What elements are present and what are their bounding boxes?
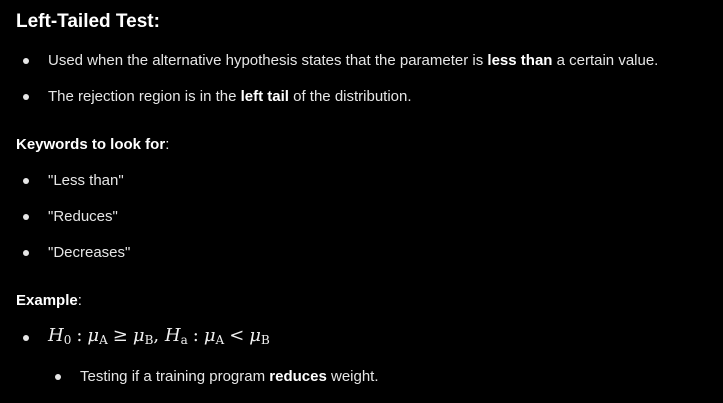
bullet-icon: [23, 335, 29, 341]
keyword-text: "Less than": [48, 172, 124, 189]
bullet-icon: [23, 250, 29, 256]
keywords-heading: Keywords to look for:: [16, 136, 170, 153]
list-item-text: Used when the alternative hypothesis sta…: [48, 52, 659, 69]
keyword-text: "Decreases": [48, 244, 131, 261]
sub-list-item-text: Testing if a training program reduces we…: [80, 368, 379, 385]
example-heading: Example:: [16, 292, 82, 309]
bullet-icon: [23, 94, 29, 100]
bullet-icon: [23, 178, 29, 184]
bullet-icon: [23, 214, 29, 220]
bullet-icon: [55, 374, 61, 380]
list-item-text: The rejection region is in the left tail…: [48, 88, 412, 105]
hypothesis-formula: H0: μA ≥ μB, Ha: μA < μB: [48, 325, 270, 347]
section-heading: Left-Tailed Test:: [16, 11, 160, 32]
bullet-icon: [23, 58, 29, 64]
keyword-text: "Reduces": [48, 208, 118, 225]
